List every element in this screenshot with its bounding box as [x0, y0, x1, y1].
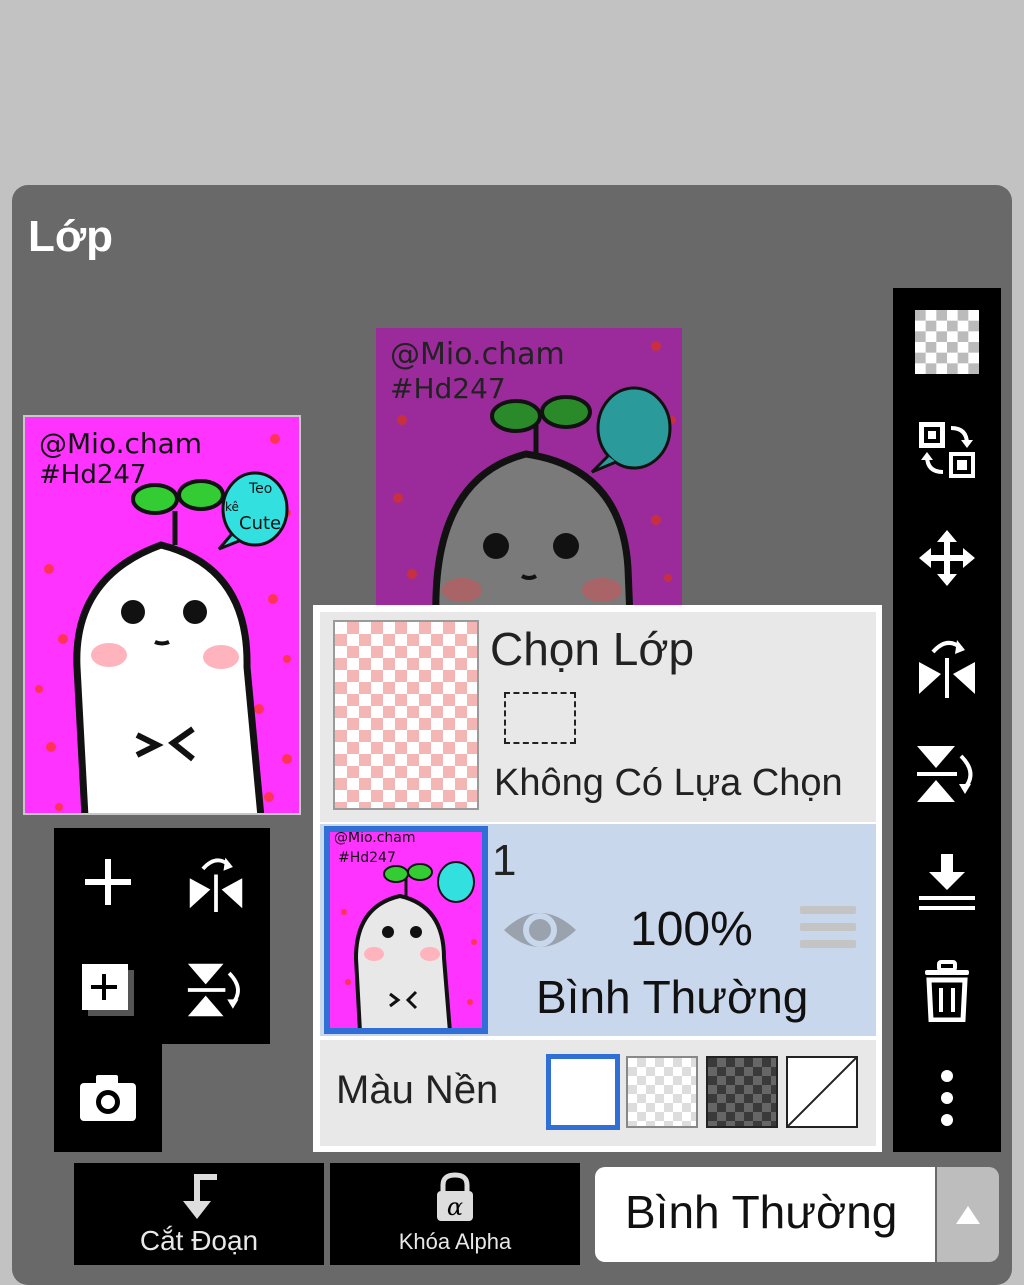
watermark-text-dim: @Mio.cham — [390, 337, 565, 372]
swap-layers-button[interactable] — [893, 396, 1001, 504]
camera-icon — [80, 1075, 136, 1121]
bg-white-swatch[interactable] — [546, 1054, 620, 1130]
layer-visibility-toggle[interactable] — [500, 902, 580, 962]
move-icon — [919, 530, 975, 586]
blend-mode-value: Bình Thường — [625, 1186, 898, 1238]
camera-button[interactable] — [54, 1044, 162, 1152]
tag-text-dim: #Hd247 — [390, 372, 506, 405]
transparency-button[interactable] — [893, 288, 1001, 396]
clipping-arrow-icon — [183, 1174, 217, 1219]
bubble-text-mid: kê — [225, 500, 239, 514]
selection-status: Không Có Lựa Chọn — [494, 762, 843, 804]
duplicate-layer-icon — [82, 964, 134, 1016]
selection-marquee-icon — [504, 692, 576, 744]
swap-layers-icon — [919, 422, 975, 478]
flip-horizontal-left-button[interactable] — [162, 828, 270, 936]
bg-light-checker-swatch[interactable] — [626, 1056, 698, 1128]
svg-text:α: α — [447, 1193, 463, 1221]
layer-opacity[interactable]: 100% — [630, 902, 753, 957]
blend-mode-dropdown-button[interactable] — [937, 1167, 999, 1262]
thumb-tag: #Hd247 — [338, 850, 396, 866]
clipping-label: Cắt Đoạn — [139, 1225, 259, 1256]
add-layer-icon — [85, 859, 131, 905]
merge-down-icon — [919, 854, 975, 910]
dialog-title: Lớp — [28, 212, 114, 261]
canvas-preview-dim: @Mio.cham #Hd247 — [376, 328, 682, 606]
merge-down-button[interactable] — [893, 828, 1001, 936]
no-background-icon — [787, 1057, 857, 1127]
bg-none-swatch[interactable] — [786, 1056, 858, 1128]
flip-vertical-button[interactable] — [893, 720, 1001, 828]
eye-icon — [504, 913, 576, 947]
layer-blend-mode: Bình Thường — [536, 971, 809, 1023]
layer-drag-handle[interactable] — [800, 906, 856, 957]
flip-vertical-left-button[interactable] — [162, 936, 270, 1044]
lock-icon: α — [437, 1172, 473, 1221]
bubble-text-top: Teo — [248, 481, 272, 497]
duplicate-layer-button[interactable] — [54, 936, 162, 1044]
selection-layer-thumbnail — [333, 620, 479, 810]
flip-horizontal-button[interactable] — [893, 612, 1001, 720]
layer-tools-column — [893, 288, 1001, 1152]
flip-horizontal-icon — [189, 857, 243, 912]
selection-layer-title: Chọn Lớp — [490, 623, 695, 675]
trash-icon — [925, 960, 969, 1022]
bg-dark-checker-swatch[interactable] — [706, 1056, 778, 1128]
left-tools-grid — [54, 828, 270, 1044]
watermark-text: @Mio.cham — [39, 427, 202, 460]
flip-vertical-icon — [187, 963, 240, 1017]
clipping-button[interactable]: Cắt Đoạn — [74, 1163, 324, 1265]
tag-text: #Hd247 — [39, 460, 146, 490]
flip-vertical-icon — [917, 746, 973, 802]
camera-button-inner — [54, 1044, 162, 1152]
alpha-lock-label: Khóa Alpha — [398, 1229, 512, 1254]
blend-mode-select[interactable]: Bình Thường — [595, 1167, 935, 1262]
more-vertical-icon — [941, 1070, 953, 1126]
canvas-artwork: @Mio.cham #Hd247 Teo kê Cute — [23, 415, 301, 815]
more-options-button[interactable] — [893, 1044, 1001, 1152]
flip-horizontal-icon — [919, 640, 975, 698]
bubble-text-bottom: Cute — [239, 513, 281, 534]
move-button[interactable] — [893, 504, 1001, 612]
layer-number: 1 — [492, 836, 517, 885]
layer-thumbnail: @Mio.cham #Hd247 — [324, 826, 488, 1034]
background-color-label: Màu Nền — [336, 1068, 499, 1112]
transparency-icon — [915, 310, 979, 374]
add-layer-button[interactable] — [54, 828, 162, 936]
alpha-lock-button[interactable]: α Khóa Alpha — [330, 1163, 580, 1265]
triangle-up-icon — [956, 1205, 980, 1224]
thumb-watermark: @Mio.cham — [334, 832, 416, 846]
delete-layer-button[interactable] — [893, 936, 1001, 1044]
